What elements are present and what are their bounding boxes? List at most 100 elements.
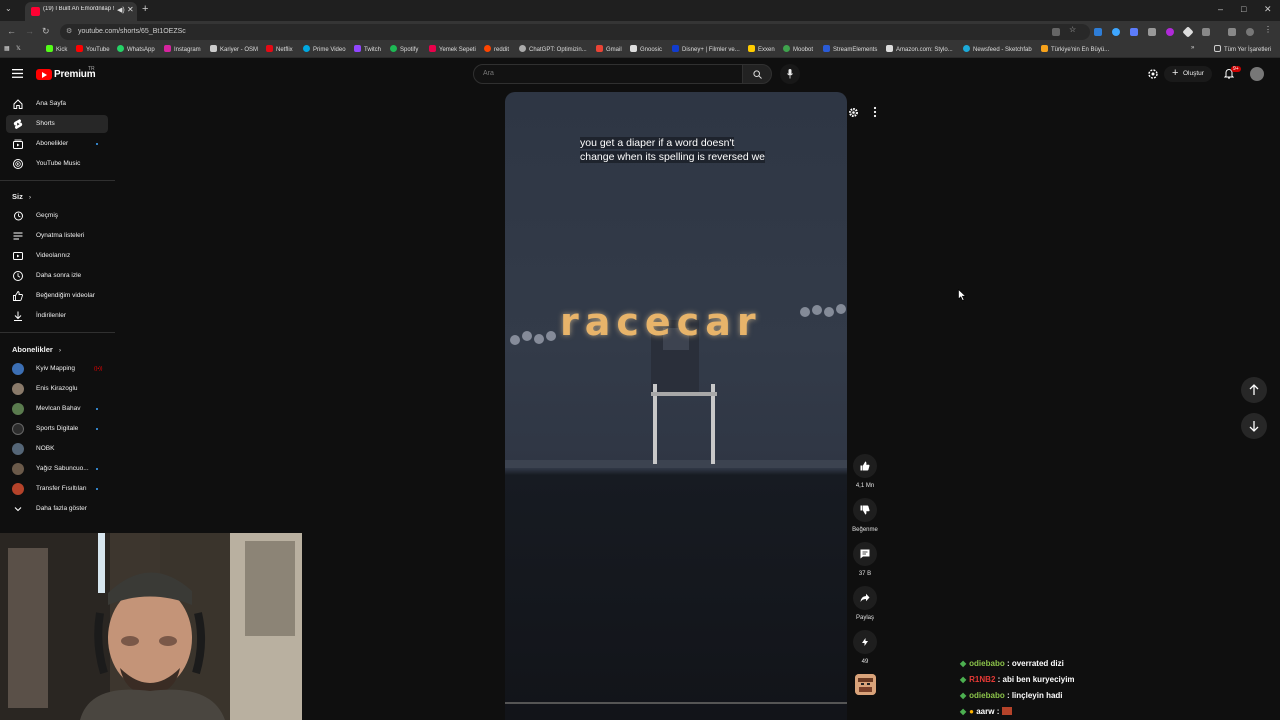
bookmark-kariyer[interactable]: Kariyer - OSM bbox=[210, 45, 258, 53]
sidebar-item-shorts[interactable]: Shorts bbox=[6, 115, 108, 133]
sidebar-channel-enis-kirazoglu[interactable]: Enis Kirazoglu bbox=[6, 380, 108, 398]
sidebar-subscriptions-heading[interactable]: Abonelikler › bbox=[12, 345, 61, 354]
search-placeholder: Ara bbox=[483, 70, 494, 77]
profile-icon[interactable] bbox=[1246, 28, 1254, 36]
search-button[interactable] bbox=[742, 64, 772, 84]
maximize-button[interactable]: □ bbox=[1241, 4, 1246, 14]
sidebar-item-liked-videos[interactable]: Beğendiğim videolar bbox=[6, 287, 108, 305]
downloads-icon[interactable] bbox=[1228, 28, 1236, 36]
share-button[interactable] bbox=[853, 586, 877, 610]
sidebar-channel-mevlcan-bahav[interactable]: Mevlcan Bahav bbox=[6, 400, 108, 418]
browser-tab-active[interactable]: (19) I Built An Emordnilap ! ◀) ✕ bbox=[25, 2, 137, 21]
sidebar-item-subscriptions[interactable]: Abonelikler bbox=[6, 135, 108, 153]
voice-search-button[interactable] bbox=[780, 64, 800, 84]
sidebar-channel-transfer-fisiltilari[interactable]: Transfer Fısıltıları bbox=[6, 480, 108, 498]
create-button[interactable]: + Oluştur bbox=[1164, 66, 1212, 82]
sidebar-channel-kyiv-mapping[interactable]: Kyiv Mapping ((•)) bbox=[6, 360, 108, 378]
bookmark-sketchfab[interactable]: Newsfeed - Sketchfab bbox=[963, 45, 1032, 53]
bookmark-gnoosic[interactable]: Gnoosic bbox=[630, 45, 662, 53]
extension-1-icon[interactable] bbox=[1094, 28, 1102, 36]
extensions-puzzle-icon[interactable] bbox=[1202, 28, 1210, 36]
menu-icon[interactable]: ⋮ bbox=[1264, 25, 1272, 34]
bookmark-chatgpt[interactable]: ChatGPT: Optimizin... bbox=[519, 45, 587, 53]
bookmark-yemeksepeti[interactable]: Yemek Sepeti bbox=[429, 45, 476, 53]
account-avatar[interactable] bbox=[1250, 67, 1264, 81]
sidebar-item-your-videos[interactable]: Videolarınız bbox=[6, 247, 108, 265]
tab-close-icon[interactable]: ✕ bbox=[127, 5, 134, 14]
bookmark-youtube[interactable]: YouTube bbox=[76, 45, 110, 53]
settings-gear-icon[interactable] bbox=[848, 107, 859, 118]
all-bookmarks[interactable]: Tüm Yer İşaretleri bbox=[1214, 45, 1271, 53]
sidebar-item-youtube-music[interactable]: YouTube Music bbox=[6, 155, 108, 173]
channel-avatar bbox=[12, 423, 24, 435]
previous-short-button[interactable] bbox=[1241, 377, 1267, 403]
video-progress-bar[interactable] bbox=[505, 702, 847, 704]
sidebar-channel-yagiz-sabuncuoglu[interactable]: Yağız Sabuncuo... bbox=[6, 460, 108, 478]
bookmark-spotify[interactable]: Spotify bbox=[390, 45, 418, 53]
sidebar-channel-sports-digitale[interactable]: Sports Digitale bbox=[6, 420, 108, 438]
forward-icon[interactable]: → bbox=[25, 26, 34, 36]
next-short-button[interactable] bbox=[1241, 413, 1267, 439]
address-bar[interactable]: ⚙ youtube.com/shorts/65_Bt1OEZSc bbox=[60, 24, 1090, 40]
bookmark-moobot[interactable]: Moobot bbox=[783, 45, 813, 53]
cast-icon[interactable] bbox=[1052, 28, 1060, 36]
plus-icon: + bbox=[1172, 67, 1179, 79]
minimize-button[interactable]: – bbox=[1218, 4, 1223, 14]
watch-later-icon bbox=[13, 271, 23, 281]
bookmark-netflix[interactable]: Netflix bbox=[266, 45, 293, 53]
your-videos-icon bbox=[13, 252, 23, 260]
close-window-button[interactable]: ✕ bbox=[1264, 4, 1272, 15]
sidebar-item-home[interactable]: Ana Sayfa bbox=[6, 95, 108, 113]
new-tab-button[interactable]: + bbox=[142, 3, 148, 15]
bookmark-whatsapp[interactable]: WhatsApp bbox=[117, 45, 155, 53]
x-icon[interactable]: 𝕏 bbox=[16, 45, 21, 52]
site-info-icon[interactable]: ⚙ bbox=[66, 27, 72, 35]
bookmark-star-icon[interactable]: ☆ bbox=[1069, 25, 1077, 34]
sidebar-show-more[interactable]: Daha fazla göster bbox=[6, 500, 108, 518]
back-icon[interactable]: ← bbox=[7, 26, 16, 36]
remix-button[interactable] bbox=[853, 630, 877, 654]
sidebar-channel-nobk[interactable]: NOBK bbox=[6, 440, 108, 458]
bookmark-reddit[interactable]: reddit bbox=[484, 45, 509, 53]
extension-2-icon[interactable] bbox=[1112, 28, 1120, 36]
extension-6-icon[interactable] bbox=[1182, 26, 1194, 38]
guide-menu-icon[interactable] bbox=[12, 69, 23, 78]
extension-4-icon[interactable] bbox=[1148, 28, 1156, 36]
bookmark-exxen[interactable]: Exxen bbox=[748, 45, 775, 53]
sound-thumbnail[interactable] bbox=[855, 674, 876, 695]
bookmark-instagram[interactable]: Instagram bbox=[164, 45, 201, 53]
search-input[interactable]: Ara bbox=[473, 64, 743, 84]
bookmark-turkiye[interactable]: Türkiye'nin En Büyü... bbox=[1041, 45, 1109, 53]
channel-avatar bbox=[12, 463, 24, 475]
sidebar-item-watch-later[interactable]: Daha sonra izle bbox=[6, 267, 108, 285]
browser-tabstrip: ⌄ (19) I Built An Emordnilap ! ◀) ✕ + – … bbox=[0, 0, 1280, 21]
sidebar-item-history[interactable]: Geçmiş bbox=[6, 207, 108, 225]
bookmark-disney[interactable]: Disney+ | Filmler ve... bbox=[672, 45, 740, 53]
extension-3-icon[interactable] bbox=[1130, 28, 1138, 36]
bookmark-gmail[interactable]: Gmail bbox=[596, 45, 622, 53]
chat-text: linçleyin hadi bbox=[1011, 691, 1063, 700]
sidebar-item-playlists[interactable]: Oynatma listeleri bbox=[6, 227, 108, 245]
caption-line-2: change when its spelling is reversed we bbox=[580, 151, 766, 163]
shorts-icon bbox=[13, 119, 23, 129]
dislike-button[interactable] bbox=[853, 498, 877, 522]
bookmark-twitch[interactable]: Twitch bbox=[354, 45, 381, 53]
bookmark-prime-video[interactable]: Prime Video bbox=[303, 45, 346, 53]
sidebar-you-heading[interactable]: Siz › bbox=[12, 192, 31, 201]
youtube-studio-icon[interactable] bbox=[1148, 69, 1158, 79]
extension-5-icon[interactable] bbox=[1166, 28, 1174, 36]
chat-emote-icon bbox=[1001, 707, 1012, 715]
more-options-icon[interactable] bbox=[873, 106, 877, 118]
bookmark-streamelements[interactable]: StreamElements bbox=[823, 45, 877, 53]
sidebar-item-downloads[interactable]: İndirilenler bbox=[6, 307, 108, 325]
comments-button[interactable] bbox=[853, 542, 877, 566]
like-button[interactable] bbox=[853, 454, 877, 478]
bookmark-amazon[interactable]: Amazon.com: Stylo... bbox=[886, 45, 953, 53]
bookmarks-overflow-icon[interactable]: » bbox=[1191, 45, 1194, 51]
tab-audio-icon[interactable]: ◀) bbox=[117, 6, 125, 14]
tab-search-icon[interactable]: ⌄ bbox=[5, 4, 12, 13]
bookmark-kick[interactable]: Kick bbox=[46, 45, 67, 53]
apps-icon[interactable]: ▦ bbox=[4, 45, 10, 52]
reload-icon[interactable]: ↻ bbox=[42, 26, 50, 37]
shorts-video-player[interactable]: you get a diaper if a word doesn't chang… bbox=[505, 92, 847, 720]
